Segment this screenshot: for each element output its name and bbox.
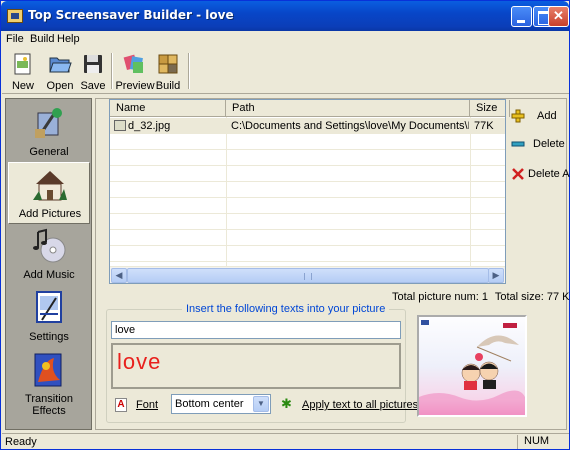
totals-text: Total picture num: 1 Total size: 77 K	[392, 291, 570, 303]
new-label: New	[11, 80, 34, 92]
sidebar-item-general[interactable]: General	[8, 101, 90, 163]
cell-size: 77K	[474, 120, 494, 132]
total-picture-num: Total picture num: 1	[392, 291, 488, 303]
sidebar-item-label: Add Music	[23, 269, 75, 281]
group-title: Insert the following texts into your pic…	[182, 303, 390, 315]
font-icon[interactable]: A	[115, 398, 127, 412]
empty-row	[110, 150, 505, 166]
picture-text-input[interactable]: love	[111, 321, 401, 339]
build-label: Build	[155, 80, 181, 92]
delete-all-label: Delete All	[528, 168, 570, 180]
transition-icon	[34, 353, 62, 387]
menu-help[interactable]: Help	[57, 33, 80, 45]
empty-row	[110, 182, 505, 198]
total-size: Total size: 77 K	[494, 291, 570, 303]
minimize-button[interactable]	[511, 6, 532, 27]
picture-preview	[417, 315, 527, 417]
sidebar-item-transition-effects[interactable]: Transition Effects	[8, 348, 90, 417]
apply-to-all-link[interactable]: Apply text to all pictures	[302, 399, 418, 411]
status-bar: Ready NUM	[2, 433, 569, 449]
font-button[interactable]: Font	[136, 399, 158, 411]
delete-x-icon	[512, 168, 524, 180]
close-button[interactable]	[548, 6, 569, 27]
sidebar: General Add Pictures Add Music Settings …	[5, 98, 92, 430]
save-button[interactable]: Save	[76, 50, 110, 92]
menu-bar: File Build Help	[2, 31, 569, 48]
preview-text: love	[117, 349, 162, 374]
num-lock-indicator: NUM	[517, 435, 567, 449]
window-title: Top Screensaver Builder - love	[28, 8, 234, 22]
preview-image	[419, 320, 525, 415]
delete-label: Delete	[533, 138, 565, 150]
text-position-select[interactable]: Bottom center ▼	[171, 394, 271, 414]
toolbar-separator	[188, 53, 190, 89]
toolbar: New Open Save Preview Build	[2, 49, 569, 94]
cell-name: d_32.jpg	[128, 120, 171, 132]
sidebar-item-label: Settings	[29, 331, 69, 343]
menu-file[interactable]: File	[6, 33, 24, 45]
new-button[interactable]: New	[6, 50, 40, 92]
new-file-icon	[14, 53, 31, 75]
app-window: Top Screensaver Builder - love File Buil…	[0, 0, 570, 450]
scroll-grip	[304, 273, 312, 280]
empty-row	[110, 246, 505, 262]
app-icon	[7, 9, 23, 23]
empty-row	[110, 214, 505, 230]
status-text: Ready	[5, 436, 37, 448]
sidebar-item-label: Transition Effects	[25, 393, 73, 417]
scroll-left-button[interactable]: ◀	[111, 268, 127, 283]
sidebar-item-label: Add Pictures	[18, 208, 82, 220]
sidebar-item-add-music[interactable]: Add Music	[8, 224, 90, 286]
preview-icon	[123, 54, 143, 73]
empty-row	[110, 166, 505, 182]
scroll-right-button[interactable]: ▶	[488, 268, 504, 283]
selected-position: Bottom center	[175, 398, 244, 410]
cell-path: C:\Documents and Settings\love\My Docume…	[231, 120, 469, 132]
sidebar-item-label: General	[29, 146, 69, 158]
empty-row	[110, 198, 505, 214]
minus-icon	[511, 141, 525, 147]
main-panel: Name Path Size d_32.jpg C:\Documents and…	[95, 98, 570, 430]
music-icon	[33, 228, 66, 263]
sidebar-item-settings[interactable]: Settings	[8, 286, 90, 348]
empty-row	[110, 230, 505, 246]
settings-icon	[36, 291, 62, 323]
image-file-icon	[114, 120, 126, 131]
text-preview-box: love	[111, 343, 401, 389]
floppy-disk-icon	[84, 55, 102, 73]
scroll-thumb[interactable]	[127, 268, 489, 283]
column-size[interactable]: Size	[470, 100, 510, 117]
house-icon	[33, 171, 67, 201]
column-name[interactable]: Name	[110, 100, 226, 117]
sidebar-item-add-pictures[interactable]: Add Pictures	[8, 162, 90, 224]
add-label: Add	[537, 110, 557, 122]
menu-build[interactable]: Build	[30, 33, 54, 45]
table-row[interactable]: d_32.jpg C:\Documents and Settings\love\…	[110, 118, 505, 134]
empty-row	[110, 134, 505, 150]
horizontal-scrollbar[interactable]: ◀ ▶	[110, 266, 505, 283]
chevron-down-icon[interactable]: ▼	[253, 396, 269, 412]
text-insert-group: Insert the following texts into your pic…	[106, 303, 418, 423]
title-bar[interactable]: Top Screensaver Builder - love	[1, 1, 569, 31]
toolbar-separator	[111, 53, 113, 89]
apply-bug-icon[interactable]: ✱	[281, 397, 293, 410]
list-header: Name Path Size	[110, 100, 510, 117]
general-icon	[35, 108, 62, 138]
picture-list[interactable]: Name Path Size d_32.jpg C:\Documents and…	[109, 99, 510, 284]
save-label: Save	[80, 80, 106, 92]
plus-icon	[511, 109, 525, 123]
column-path[interactable]: Path	[226, 100, 470, 117]
build-button[interactable]: Build	[151, 50, 185, 92]
build-icon	[158, 54, 178, 74]
open-folder-icon	[49, 57, 72, 73]
